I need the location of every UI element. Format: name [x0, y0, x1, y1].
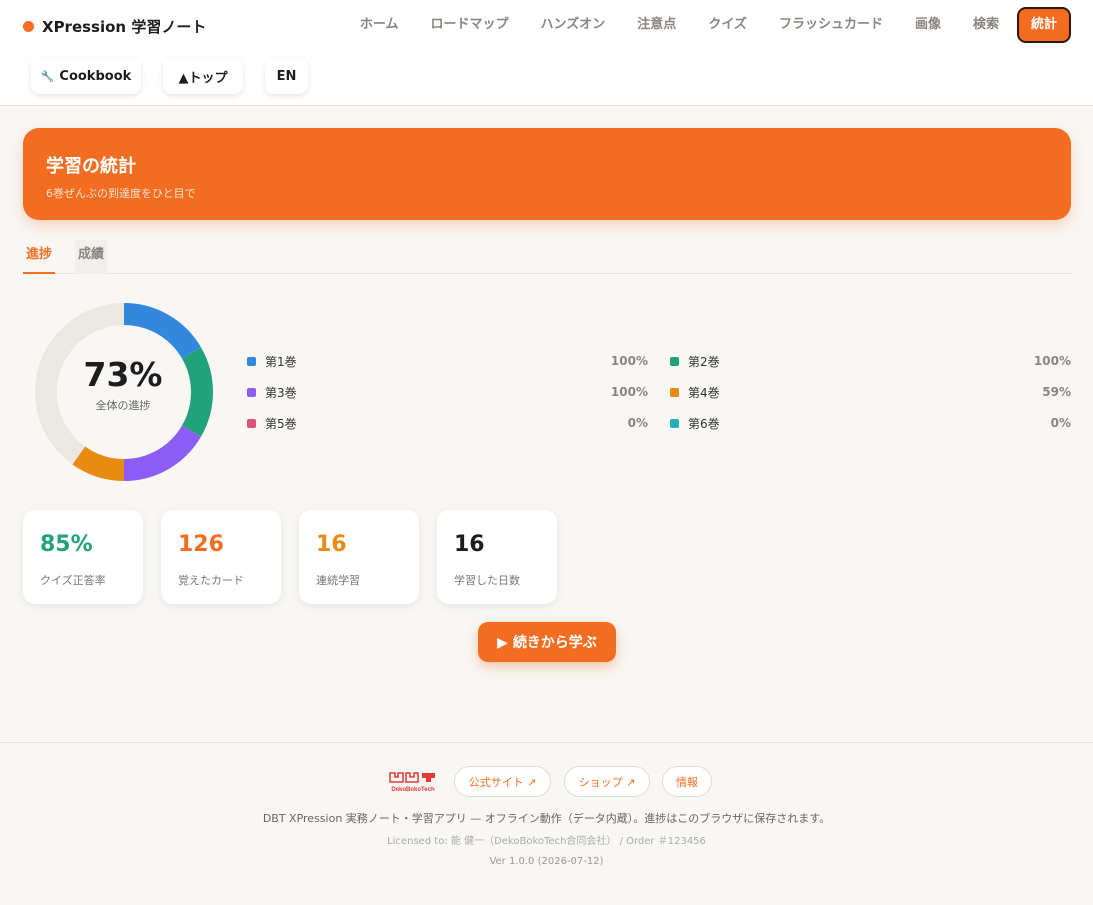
- stat-label: クイズ正答率: [40, 574, 106, 587]
- page-subtitle: 6巻ぜんぶの到達度をひと目で: [46, 187, 196, 200]
- stats-tabs: 進捗 成績: [23, 240, 1071, 274]
- brand-dot-icon: [23, 20, 34, 32]
- continue-learning-button[interactable]: ▶ 続きから学ぶ: [478, 622, 616, 662]
- legend-swatch: [247, 356, 256, 366]
- nav-stats[interactable]: 統計: [1016, 7, 1071, 43]
- cookbook-button[interactable]: 🔧 Cookbook: [31, 58, 141, 94]
- stat-card-cards-learned: 126 覚えたカード: [161, 510, 281, 604]
- top-header: XPression 学習ノート ホーム ロードマップ ハンズオン 注意点 クイズ…: [0, 0, 1093, 106]
- stat-value: 126: [178, 532, 224, 557]
- nav-search[interactable]: 検索: [973, 7, 999, 43]
- top-button[interactable]: ▲トップ: [163, 58, 243, 94]
- stat-value: 85%: [40, 532, 93, 557]
- stats-hero-banner: 学習の統計 6巻ぜんぶの到達度をひと目で: [23, 128, 1071, 220]
- language-button[interactable]: EN: [265, 58, 308, 94]
- official-site-link[interactable]: 公式サイト ↗: [454, 766, 551, 797]
- stat-value: 16: [316, 532, 347, 557]
- page-title: 学習の統計: [46, 156, 136, 177]
- legend-value: 100%: [1033, 354, 1071, 368]
- legend-value: 0%: [627, 416, 648, 430]
- footer-version: Ver 1.0.0 (2026-07-12): [489, 856, 604, 867]
- nav-handson[interactable]: ハンズオン: [541, 7, 606, 43]
- wrench-icon: 🔧: [40, 69, 55, 83]
- brand-name: XPression 学習ノート: [42, 17, 207, 36]
- legend-item-vol5: 第5巻 0%: [247, 413, 648, 433]
- stat-label: 学習した日数: [454, 574, 520, 587]
- stat-card-study-days: 16 学習した日数: [437, 510, 557, 604]
- nav-images[interactable]: 画像: [915, 7, 941, 43]
- legend-label: 第2巻: [688, 354, 720, 369]
- legend-swatch: [247, 387, 256, 397]
- stat-card-streak: 16 連続学習: [299, 510, 419, 604]
- shop-link[interactable]: ショップ ↗: [564, 766, 650, 797]
- stat-value: 16: [454, 532, 485, 557]
- legend-swatch: [247, 418, 256, 428]
- nav-flashcards[interactable]: フラッシュカード: [779, 7, 883, 43]
- overall-progress-caption: 全体の進捗: [95, 399, 151, 412]
- legend-item-vol1: 第1巻 100%: [247, 351, 648, 371]
- nav-quiz[interactable]: クイズ: [708, 7, 747, 43]
- legend-value: 59%: [1042, 385, 1071, 399]
- legend-label: 第4巻: [688, 385, 720, 400]
- tab-results[interactable]: 成績: [75, 240, 107, 274]
- footer-license: Licensed to: 能 健一（DekoBokoTech合同会社） / Or…: [387, 836, 706, 847]
- tab-progress[interactable]: 進捗: [23, 240, 55, 274]
- stat-label: 連続学習: [316, 574, 360, 587]
- stat-label: 覚えたカード: [178, 574, 244, 587]
- stat-card-quiz-accuracy: 85% クイズ正答率: [23, 510, 143, 604]
- legend-swatch: [670, 356, 679, 366]
- donut-segment-vol3: [123, 425, 202, 481]
- legend-value: 100%: [610, 354, 648, 368]
- overall-progress-value: 73%: [83, 355, 163, 394]
- legend-label: 第3巻: [265, 385, 297, 400]
- info-link[interactable]: 情報: [662, 766, 712, 797]
- legend-item-vol4: 第4巻 59%: [670, 382, 1071, 402]
- legend-label: 第1巻: [265, 354, 297, 369]
- main-nav: ホーム ロードマップ ハンズオン 注意点 クイズ フラッシュカード 画像 検索 …: [328, 7, 1071, 43]
- cookbook-label: Cookbook: [59, 68, 132, 84]
- page-footer: DekoBokoTech 公式サイト ↗ ショップ ↗ 情報 DBT XPres…: [0, 742, 1093, 905]
- brand[interactable]: XPression 学習ノート: [23, 14, 206, 38]
- legend-swatch: [670, 387, 679, 397]
- donut-segment-vol4: [72, 446, 125, 481]
- legend-label: 第5巻: [265, 416, 297, 431]
- nav-roadmap[interactable]: ロードマップ: [431, 7, 509, 43]
- logo-text: DekoBokoTech: [391, 787, 435, 793]
- legend-item-vol2: 第2巻 100%: [670, 351, 1071, 371]
- legend-item-vol3: 第3巻 100%: [247, 382, 648, 402]
- legend-value: 0%: [1050, 416, 1071, 430]
- nav-cautions[interactable]: 注意点: [637, 7, 676, 43]
- legend-label: 第6巻: [688, 416, 720, 431]
- donut-segment-vol1: [123, 303, 202, 359]
- nav-home[interactable]: ホーム: [360, 7, 399, 43]
- legend-item-vol6: 第6巻 0%: [670, 413, 1071, 433]
- legend-value: 100%: [610, 385, 648, 399]
- sub-nav: 🔧 Cookbook ▲トップ EN: [31, 58, 330, 94]
- legend-swatch: [670, 418, 679, 428]
- footer-description: DBT XPression 実務ノート・学習アプリ — オフライン動作（データ内…: [262, 812, 831, 825]
- dekobokotech-logo[interactable]: DekoBokoTech: [389, 769, 437, 793]
